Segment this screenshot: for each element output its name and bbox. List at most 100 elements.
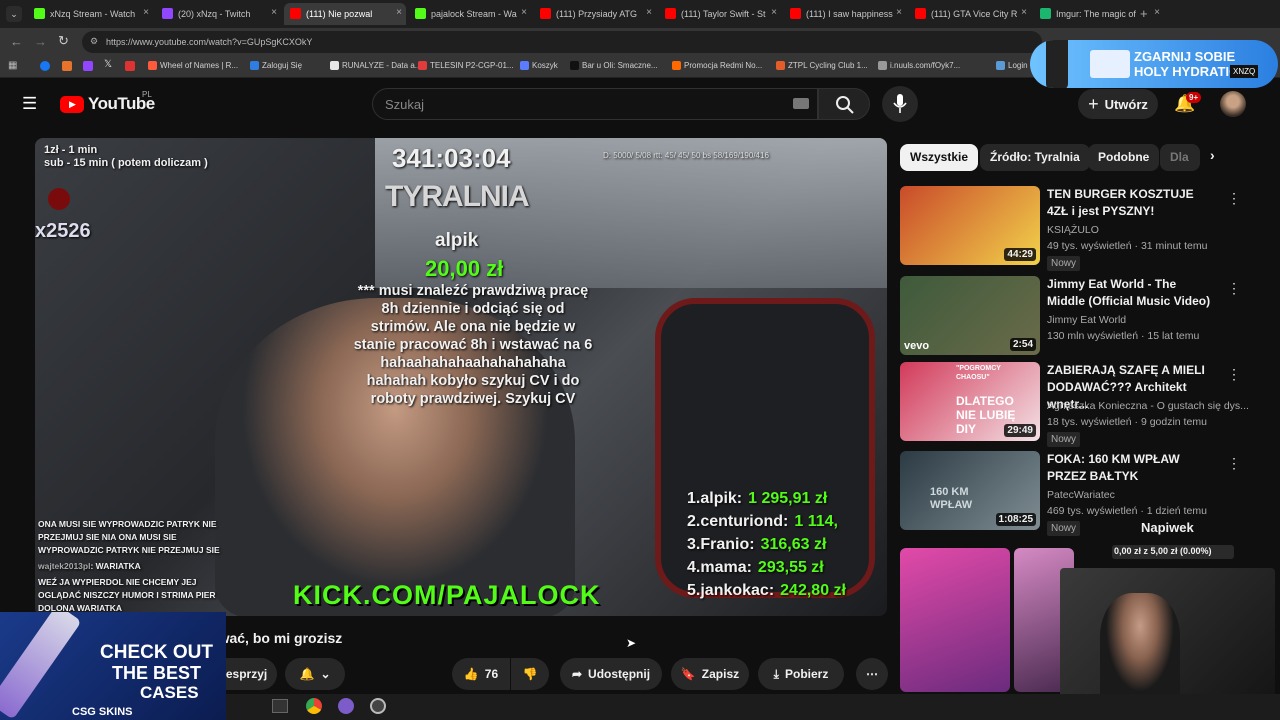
rec-title[interactable]: TEN BURGER KOSZTUJE 4ZŁ i jest PYSZNY!: [1047, 186, 1217, 220]
search-button[interactable]: [818, 88, 870, 120]
knife-icon: [0, 612, 82, 720]
bookmark-item[interactable]: Bar u Oli: Smaczne...: [570, 61, 658, 70]
more-vertical-icon[interactable]: ⋮: [1227, 190, 1241, 207]
site-info-icon[interactable]: ⚙: [90, 36, 98, 47]
terminal-icon[interactable]: [272, 699, 288, 713]
close-tab-icon[interactable]: ×: [1021, 7, 1027, 18]
more-vertical-icon[interactable]: ⋮: [1227, 280, 1241, 297]
tab-2[interactable]: (20) xNzq - Twitch ×: [156, 3, 281, 25]
bookmark-item[interactable]: i.nuuls.com/fOyk7...: [878, 61, 960, 70]
close-tab-icon[interactable]: ×: [896, 7, 902, 18]
overlay-rate-line-1: 1zł - 1 min: [44, 144, 98, 156]
twitch-icon[interactable]: [83, 61, 93, 71]
x-icon[interactable]: 𝕏: [104, 59, 112, 70]
promo-line-1: CHECK OUT: [100, 642, 213, 663]
filter-chip[interactable]: Dla: [1160, 144, 1200, 171]
tab-6[interactable]: (111) Taylor Swift - St ×: [659, 3, 781, 25]
bookmark-item[interactable]: Wheel of Names | R...: [148, 61, 238, 70]
tab-favicon-icon: [540, 8, 551, 19]
share-button[interactable]: ➦ Udostępnij: [560, 658, 662, 690]
more-vertical-icon[interactable]: ⋮: [1227, 455, 1241, 472]
rec-title[interactable]: Jimmy Eat World - The Middle (Official M…: [1047, 276, 1217, 310]
filter-chip[interactable]: Wszystkie: [900, 144, 979, 171]
new-badge: Nowy: [1047, 256, 1081, 271]
leaderboard-name: centuriond:: [700, 513, 789, 530]
close-tab-icon[interactable]: ×: [646, 7, 652, 18]
tab-7[interactable]: (111) I saw happiness ×: [784, 3, 906, 25]
bookmark-item[interactable]: Zaloguj Się: [250, 61, 302, 70]
keyboard-icon[interactable]: [793, 98, 809, 109]
bookmark-icon-2[interactable]: [62, 61, 72, 71]
back-icon[interactable]: ←: [10, 34, 23, 49]
tab-menu-icon[interactable]: ⌄: [6, 6, 22, 22]
bookmark-item[interactable]: TELESIN P2-CGP-01...: [418, 61, 514, 70]
ad-banner[interactable]: ZGARNIJ SOBIE HOLY HYDRATION XNZQ: [1030, 40, 1278, 88]
rec-channel[interactable]: KSIĄŻULO: [1047, 224, 1099, 236]
create-button[interactable]: + Utwórz: [1078, 89, 1158, 119]
dislike-button[interactable]: 👎: [511, 658, 549, 690]
more-vertical-icon[interactable]: ⋮: [1227, 366, 1241, 383]
facebook-icon[interactable]: [40, 61, 50, 71]
new-tab-icon[interactable]: +: [1140, 6, 1148, 21]
bookmark-item[interactable]: ZTPL Cycling Club 1...: [776, 61, 868, 70]
tab-favicon-icon: [1040, 8, 1051, 19]
tab-5[interactable]: (111) Przysiady ATG ×: [534, 3, 656, 25]
recommendation-item[interactable]: 29:49 ZABIERAJĄ SZAFĘ A MIELI DODAWAĆ??? …: [900, 362, 1250, 447]
reload-icon[interactable]: ↻: [58, 33, 69, 49]
close-tab-icon[interactable]: ×: [521, 7, 527, 18]
more-actions-button[interactable]: ⋯: [856, 658, 888, 690]
bookmark-item[interactable]: Koszyk: [520, 61, 558, 70]
save-button[interactable]: 🔖 Zapisz: [671, 658, 749, 690]
close-tab-icon[interactable]: ×: [143, 7, 149, 18]
bookmark-item[interactable]: Promocja Redmi No...: [672, 61, 762, 70]
video-player[interactable]: 1zł - 1 min sub - 15 min ( potem dolicza…: [35, 138, 887, 616]
close-tab-icon[interactable]: ×: [771, 7, 777, 18]
app-icon-3[interactable]: [338, 698, 354, 714]
apps-icon[interactable]: ▦: [8, 60, 17, 71]
chrome-icon[interactable]: [306, 698, 322, 714]
tab-1[interactable]: xNzq Stream - Watch ×: [28, 3, 153, 25]
notifications-button[interactable]: 🔔 9+: [1172, 92, 1202, 118]
hamburger-icon[interactable]: ☰: [22, 94, 37, 114]
tab-4[interactable]: pajalock Stream - Wa ×: [409, 3, 531, 25]
bookmark-item[interactable]: Login: [996, 61, 1028, 70]
rec-title[interactable]: FOKA: 160 KM WPŁAW PRZEZ BAŁTYK: [1047, 451, 1217, 485]
url-text: https://www.youtube.com/watch?v=GUpSgKCX…: [106, 37, 313, 47]
download-button[interactable]: ⤓ Pobierz: [758, 658, 844, 690]
tab-8[interactable]: (111) GTA Vice City R ×: [909, 3, 1031, 25]
create-label: Utwórz: [1104, 96, 1148, 112]
leaderboard-amount: 316,63 zł: [760, 536, 827, 553]
close-tab-icon[interactable]: ×: [396, 7, 402, 18]
rec-thumb-5[interactable]: [900, 548, 1010, 692]
filter-chip[interactable]: Podobne: [1088, 144, 1160, 171]
rec-thumbnail[interactable]: 44:29: [900, 186, 1040, 265]
stream-timer: 341:03:04: [392, 143, 511, 173]
like-button[interactable]: 👍 76: [452, 658, 510, 690]
tab-3[interactable]: (111) Nie pozwal ×: [284, 3, 406, 25]
rec-channel[interactable]: Jimmy Eat World: [1047, 314, 1126, 326]
close-tab-icon[interactable]: ×: [1154, 7, 1160, 18]
notification-bell-button[interactable]: 🔔 ⌄: [285, 658, 345, 690]
bell-outline-icon: 🔔: [299, 667, 315, 681]
rec-channel[interactable]: Agnieszka Konieczna - O gustach się dys.…: [1047, 400, 1249, 412]
rec-channel[interactable]: PatecWariatec: [1047, 489, 1115, 501]
bookmark-icon: 🔖: [680, 667, 696, 681]
chevron-right-icon[interactable]: ›: [1210, 147, 1215, 163]
tab-label: Imgur: The magic of: [1056, 9, 1136, 19]
chat-message-3: WEŹ JA WYPIERDOL NIE CHCEMY JEJ OGLĄDAĆ …: [38, 577, 216, 613]
recommendation-item[interactable]: 44:29 TEN BURGER KOSZTUJE 4ZŁ i jest PYSZ…: [900, 186, 1250, 271]
bookmark-item[interactable]: RUNALYZE - Data a...: [330, 61, 421, 70]
mic-button[interactable]: [882, 86, 918, 122]
avatar[interactable]: [1220, 91, 1246, 117]
forward-icon[interactable]: →: [34, 34, 47, 49]
app-icon-4[interactable]: [370, 698, 386, 714]
csg-promo[interactable]: CHECK OUT THE BEST CASES CSG SKINS: [0, 612, 226, 720]
url-field[interactable]: https://www.youtube.com/watch?v=GUpSgKCX…: [82, 31, 1042, 53]
download-label: Pobierz: [784, 667, 829, 681]
napiwek-progress: 0,00 zł z 5,00 zł (0.00%): [1114, 546, 1212, 556]
close-tab-icon[interactable]: ×: [271, 7, 277, 18]
filter-chip[interactable]: Źródło: Tyralnia: [980, 144, 1090, 171]
tab-favicon-icon: [415, 8, 426, 19]
bookmark-icon-5[interactable]: [125, 61, 135, 71]
search-input[interactable]: Szukaj: [372, 88, 818, 120]
